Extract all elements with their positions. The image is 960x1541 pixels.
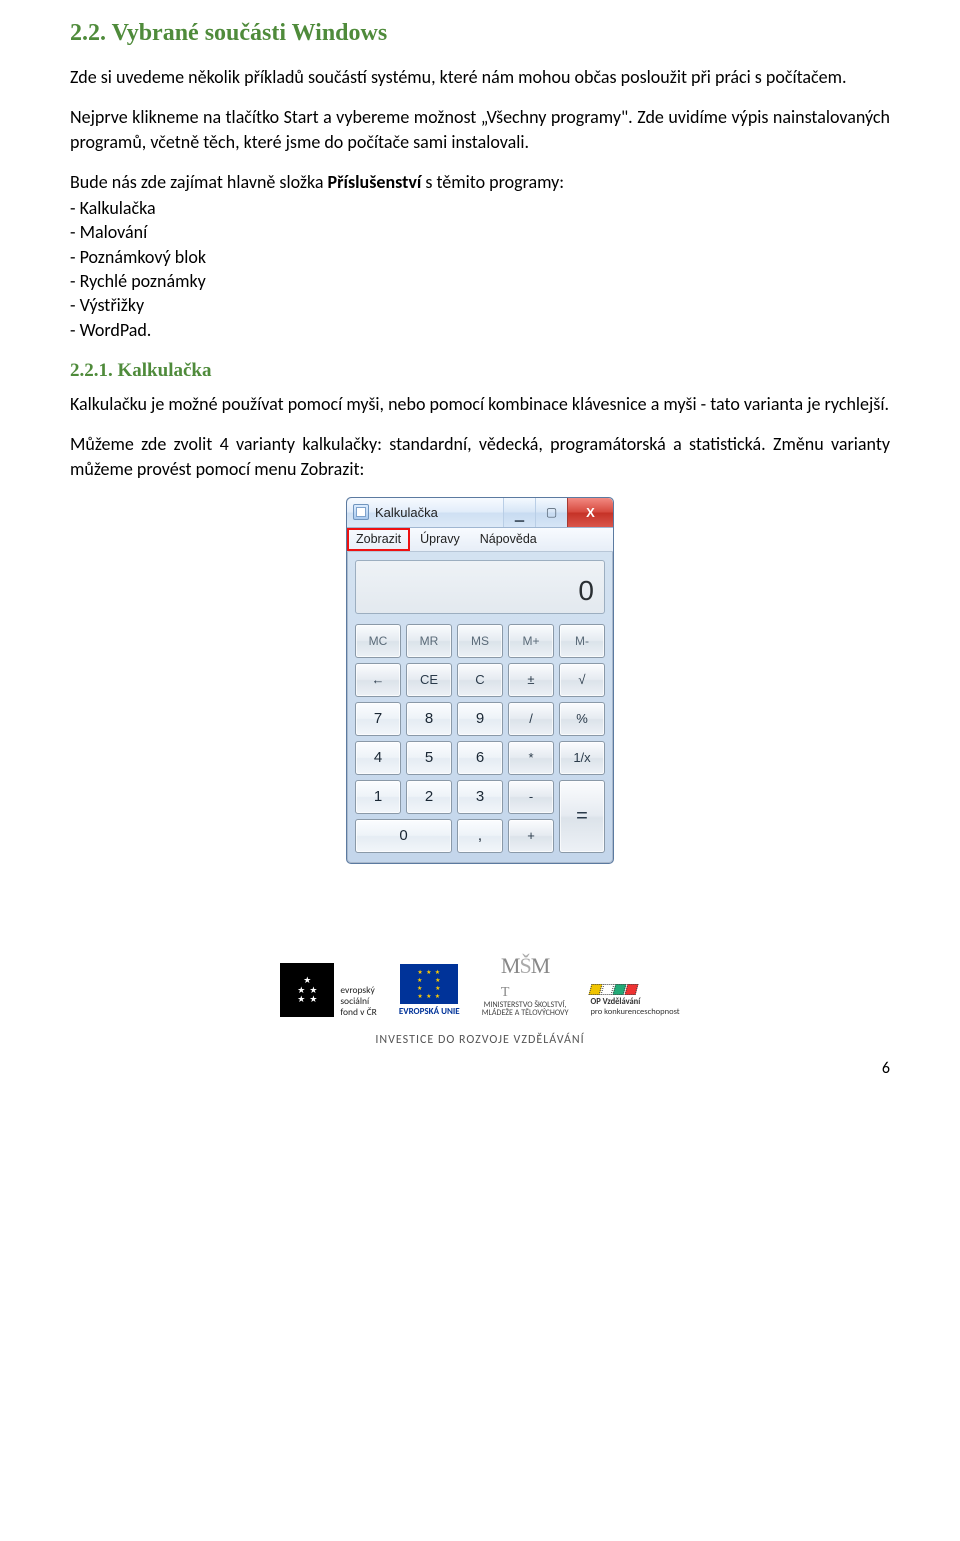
btn-sqrt[interactable]: √ [559,663,605,697]
logo-esf: ★★ ★★ ★ evropský sociální fond v ČR [280,963,377,1017]
list-item: - Kalkulačka [70,196,890,220]
text-bold-accessories: Příslušenství [328,171,422,193]
footer-slogan: INVESTICE DO ROZVOJE VZDĚLÁVÁNÍ [0,1033,960,1059]
btn-negate[interactable]: ± [508,663,554,697]
btn-0[interactable]: 0 [355,819,452,853]
btn-multiply[interactable]: * [508,741,554,775]
paragraph: Bude nás zde zajímat hlavně složka Přísl… [70,170,890,194]
btn-divide[interactable]: / [508,702,554,736]
maximize-icon: ▢ [546,506,557,518]
page-number: 6 [0,1059,960,1078]
btn-3[interactable]: 3 [457,780,503,814]
text-tail: s těmito programy: [421,171,564,193]
opvk-line2: pro konkurenceschopnost [590,1007,679,1017]
close-icon: X [586,506,595,519]
logo-msmt: MŠMT MINISTERSTVO ŠKOLSTVÍ, MLÁDEŽE A TĚ… [482,954,569,1018]
list-item: - Poznámkový blok [70,245,890,269]
paragraph: Kalkulačku je možné používat pomocí myši… [70,392,890,416]
menu-item-help[interactable]: Nápověda [470,528,547,551]
list-item: - Rychlé poznámky [70,269,890,293]
btn-mr[interactable]: MR [406,624,452,658]
btn-c[interactable]: C [457,663,503,697]
close-button[interactable]: X [567,498,613,527]
msmt-icon: MŠMT [501,954,549,1001]
minimize-icon: ▁ [515,509,524,521]
minimize-button[interactable]: ▁ [503,498,535,527]
heading-calculator: 2.2.1. Kalkulačka [70,360,890,382]
btn-1[interactable]: 1 [355,780,401,814]
paragraph: Nejprve klikneme na tlačítko Start a vyb… [70,105,890,154]
btn-8[interactable]: 8 [406,702,452,736]
btn-backspace[interactable]: ← [355,663,401,697]
esf-icon: ★★ ★★ ★ [280,963,334,1017]
btn-9[interactable]: 9 [457,702,503,736]
programs-list: - Kalkulačka - Malování - Poznámkový blo… [70,196,890,342]
paragraph: Zde si uvedeme několik příkladů součástí… [70,65,890,89]
btn-minus[interactable]: - [508,780,554,814]
menu-item-edit[interactable]: Úpravy [410,528,470,551]
calculator-window: Kalkulačka ▁ ▢ X Zobrazit Úpravy Nápověd… [346,497,614,864]
app-icon [353,504,369,520]
list-item: - WordPad. [70,318,890,342]
msmt-text: MINISTERSTVO ŠKOLSTVÍ, MLÁDEŽE A TĚLOVÝC… [482,1001,569,1018]
button-grid: MC MR MS M+ M- ← CE C ± √ 7 8 9 / % 4 5 … [347,620,613,863]
btn-percent[interactable]: % [559,702,605,736]
btn-mminus[interactable]: M- [559,624,605,658]
menu-bar: Zobrazit Úpravy Nápověda [347,528,613,552]
logo-eu: EVROPSKÁ UNIE [399,964,460,1017]
display: 0 [355,560,605,614]
logo-opvk: OP Vzdělávání pro konkurenceschopnost [590,984,679,1017]
eu-flag-icon [400,964,458,1004]
btn-7[interactable]: 7 [355,702,401,736]
text-lead: Bude nás zde zajímat hlavně složka [70,171,328,193]
btn-mc[interactable]: MC [355,624,401,658]
btn-equals[interactable]: = [559,780,605,853]
opvk-line1: OP Vzdělávání [590,997,640,1007]
btn-mplus[interactable]: M+ [508,624,554,658]
btn-plus[interactable]: + [508,819,554,853]
display-value: 0 [578,575,594,607]
eu-label: EVROPSKÁ UNIE [399,1006,460,1017]
opvk-icon [589,984,639,995]
footer-logos: ★★ ★★ ★ evropský sociální fond v ČR EVRO… [0,944,960,1032]
btn-ms[interactable]: MS [457,624,503,658]
heading-selected-components: 2.2. Vybrané součásti Windows [70,20,890,47]
paragraph: Můžeme zde zvolit 4 varianty kalkulačky:… [70,432,890,481]
btn-ce[interactable]: CE [406,663,452,697]
btn-4[interactable]: 4 [355,741,401,775]
window-title: Kalkulačka [375,505,438,520]
btn-5[interactable]: 5 [406,741,452,775]
menu-item-view[interactable]: Zobrazit [347,528,410,551]
list-item: - Výstřižky [70,293,890,317]
btn-6[interactable]: 6 [457,741,503,775]
window-titlebar[interactable]: Kalkulačka ▁ ▢ X [347,498,613,528]
btn-reciprocal[interactable]: 1/x [559,741,605,775]
maximize-button[interactable]: ▢ [535,498,567,527]
btn-decimal[interactable]: , [457,819,503,853]
esf-text: evropský sociální fond v ČR [340,985,377,1018]
list-item: - Malování [70,220,890,244]
btn-2[interactable]: 2 [406,780,452,814]
